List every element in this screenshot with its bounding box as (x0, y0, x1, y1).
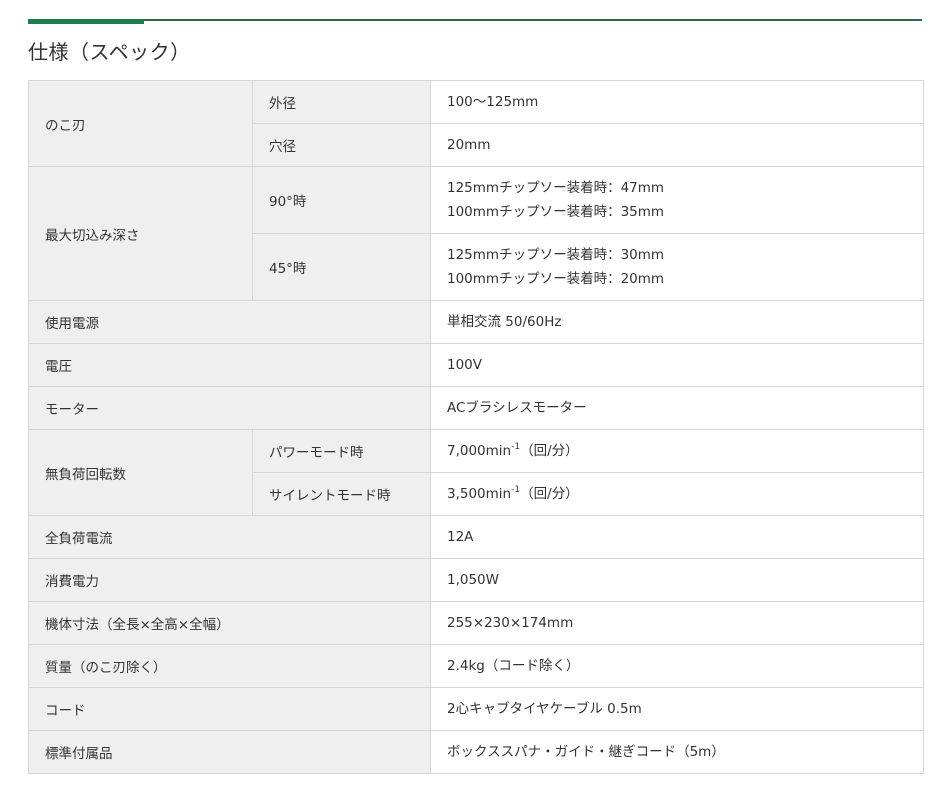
spec-value-silent-mode: 3,500min-1（回/分） (430, 472, 924, 516)
speed-exponent: -1 (511, 485, 521, 495)
spec-label-power-consumption: 消費電力 (28, 558, 431, 602)
table-row: 標準付属品 ボックススパナ・ガイド・継ぎコード（5m） (28, 730, 924, 774)
table-row: 電圧 100V (28, 343, 924, 387)
table-row: コード 2心キャブタイヤケーブル 0.5m (28, 687, 924, 731)
section-divider-accent (28, 19, 144, 24)
spec-value-hole-diameter: 20mm (430, 123, 924, 167)
spec-value-power-mode: 7,000min-1（回/分） (430, 429, 924, 473)
spec-sublabel-silent-mode: サイレントモード時 (252, 472, 431, 516)
spec-sublabel-45deg: 45°時 (252, 233, 431, 301)
spec-value-power-consumption: 1,050W (430, 558, 924, 602)
speed-unit: （回/分） (520, 486, 579, 502)
section-divider (28, 19, 922, 21)
spec-sublabel-outer-diameter: 外径 (252, 80, 431, 124)
spec-value-90deg-line1: 125mmチップソー装着時：47mm (447, 180, 665, 196)
spec-sublabel-90deg: 90°時 (252, 166, 431, 234)
spec-label-max-cut-depth: 最大切込み深さ (28, 166, 253, 301)
spec-value-motor: ACブラシレスモーター (430, 386, 924, 430)
spec-value-voltage: 100V (430, 343, 924, 387)
spec-value-cord: 2心キャブタイヤケーブル 0.5m (430, 687, 924, 731)
page-title: 仕様（スペック） (28, 40, 191, 64)
spec-label-no-load-speed: 無負荷回転数 (28, 429, 253, 516)
spec-table: のこ刃 外径 100～125mm 穴径 20mm 最大切込み深さ 90°時 12… (28, 80, 924, 774)
table-row: のこ刃 外径 100～125mm (28, 80, 924, 167)
spec-value-outer-diameter: 100～125mm (430, 80, 924, 124)
spec-label-dimensions: 機体寸法（全長×全高×全幅） (28, 601, 431, 645)
spec-value-45deg: 125mmチップソー装着時：30mm 100mmチップソー装着時：20mm (430, 233, 924, 301)
spec-value-90deg-line2: 100mmチップソー装着時：35mm (447, 204, 665, 220)
table-row: 機体寸法（全長×全高×全幅） 255×230×174mm (28, 601, 924, 645)
speed-number: 3,500min (447, 486, 512, 502)
spec-label-power-source: 使用電源 (28, 300, 431, 344)
spec-value-mass: 2.4kg（コード除く） (430, 644, 924, 688)
spec-value-45deg-line1: 125mmチップソー装着時：30mm (447, 247, 665, 263)
speed-number: 7,000min (447, 443, 512, 459)
speed-unit: （回/分） (520, 443, 579, 459)
spec-value-power-source: 単相交流 50/60Hz (430, 300, 924, 344)
spec-label-motor: モーター (28, 386, 431, 430)
spec-label-mass: 質量（のこ刃除く） (28, 644, 431, 688)
table-row: 最大切込み深さ 90°時 125mmチップソー装着時：47mm 100mmチップ… (28, 166, 924, 301)
spec-value-full-load-current: 12A (430, 515, 924, 559)
spec-value-accessories: ボックススパナ・ガイド・継ぎコード（5m） (430, 730, 924, 774)
spec-value-90deg: 125mmチップソー装着時：47mm 100mmチップソー装着時：35mm (430, 166, 924, 234)
table-row: 使用電源 単相交流 50/60Hz (28, 300, 924, 344)
spec-label-blade: のこ刃 (28, 80, 253, 167)
spec-label-voltage: 電圧 (28, 343, 431, 387)
spec-label-accessories: 標準付属品 (28, 730, 431, 774)
table-row: 全負荷電流 12A (28, 515, 924, 559)
spec-label-cord: コード (28, 687, 431, 731)
spec-value-dimensions: 255×230×174mm (430, 601, 924, 645)
table-row: 無負荷回転数 パワーモード時 7,000min-1（回/分） (28, 429, 924, 516)
table-row: 質量（のこ刃除く） 2.4kg（コード除く） (28, 644, 924, 688)
table-row: モーター ACブラシレスモーター (28, 386, 924, 430)
table-row: 消費電力 1,050W (28, 558, 924, 602)
spec-sublabel-power-mode: パワーモード時 (252, 429, 431, 473)
speed-exponent: -1 (511, 442, 521, 452)
spec-sublabel-hole-diameter: 穴径 (252, 123, 431, 167)
spec-value-45deg-line2: 100mmチップソー装着時：20mm (447, 271, 665, 287)
spec-label-full-load-current: 全負荷電流 (28, 515, 431, 559)
